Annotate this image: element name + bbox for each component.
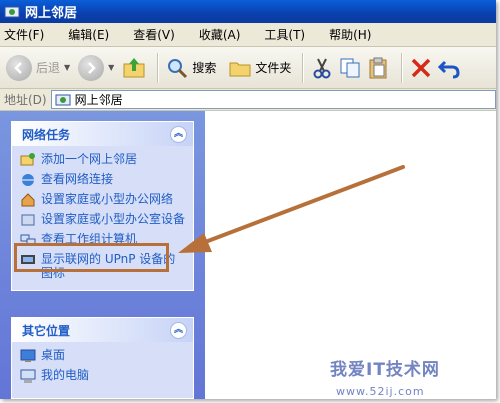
network-places-icon bbox=[4, 6, 20, 17]
task-setup-home-network[interactable]: 设置家庭或小型办公网络 bbox=[20, 192, 187, 208]
forward-button[interactable]: ▼ bbox=[78, 50, 118, 86]
other-places-title: 其它位置 bbox=[22, 323, 71, 338]
forward-arrow-icon bbox=[78, 54, 105, 81]
menu-help[interactable]: 帮助(H) bbox=[329, 26, 371, 43]
delete-button[interactable] bbox=[409, 50, 433, 86]
network-connections-icon bbox=[22, 174, 34, 186]
other-places-list: 桌面 我的电脑 bbox=[12, 342, 193, 394]
network-tasks-header[interactable]: 网络任务 ︽ bbox=[12, 122, 193, 146]
address-bar: 地址(D) 网上邻居 bbox=[0, 89, 496, 111]
toolbar-separator bbox=[302, 52, 304, 83]
place-desktop[interactable]: 桌面 bbox=[20, 348, 187, 364]
folders-label: 文件夹 bbox=[255, 61, 292, 75]
menu-file[interactable]: 文件(F) bbox=[4, 26, 44, 43]
back-dropdown-icon[interactable]: ▼ bbox=[64, 63, 70, 72]
home-network-icon bbox=[21, 193, 35, 207]
search-icon bbox=[168, 58, 188, 78]
undo-icon bbox=[438, 60, 460, 78]
up-button[interactable] bbox=[122, 50, 146, 86]
watermark-url: www.52ij.com bbox=[336, 385, 425, 398]
window-title: 网上邻居 bbox=[25, 6, 78, 21]
title-bar[interactable]: 网上邻居 bbox=[0, 0, 496, 23]
toolbar: 后退 ▼ ▼ 搜索 文件夹 bbox=[0, 47, 496, 89]
paste-icon bbox=[369, 57, 387, 78]
other-places-header[interactable]: 其它位置 ︽ bbox=[12, 318, 193, 342]
explorer-window: 网上邻居 文件(F) 编辑(E) 查看(V) 收藏(A) 工具(T) 帮助(H)… bbox=[0, 0, 496, 399]
network-places-icon bbox=[55, 94, 71, 105]
folder-up-icon bbox=[123, 57, 145, 77]
task-label: 设置家庭或小型办公网络 bbox=[41, 192, 174, 206]
place-my-computer[interactable]: 我的电脑 bbox=[20, 368, 187, 384]
back-label: 后退 bbox=[36, 61, 61, 75]
watermark: 我爱IT技术网 www.52ij.com bbox=[330, 355, 496, 399]
scissors-icon bbox=[313, 58, 331, 78]
folder-icon bbox=[229, 62, 251, 76]
collapse-chevron-icon[interactable]: ︽ bbox=[170, 321, 187, 339]
menu-edit[interactable]: 编辑(E) bbox=[68, 26, 109, 43]
copy-icon bbox=[340, 58, 360, 77]
task-label: 查看网络连接 bbox=[41, 172, 114, 186]
my-computer-icon bbox=[20, 369, 36, 383]
back-button[interactable]: 后退 ▼ bbox=[6, 50, 74, 86]
other-places-panel: 其它位置 ︽ 桌面 我的电脑 bbox=[11, 317, 194, 399]
task-view-network-connections[interactable]: 查看网络连接 bbox=[20, 172, 187, 188]
collapse-chevron-icon[interactable]: ︽ bbox=[170, 125, 187, 143]
search-label: 搜索 bbox=[192, 61, 217, 75]
back-arrow-icon bbox=[6, 54, 32, 81]
menu-bar: 文件(F) 编辑(E) 查看(V) 收藏(A) 工具(T) 帮助(H) bbox=[0, 23, 496, 47]
toolbar-separator bbox=[401, 52, 403, 83]
forward-dropdown-icon[interactable]: ▼ bbox=[108, 63, 114, 72]
address-label: 地址(D) bbox=[4, 93, 47, 107]
task-add-network-place[interactable]: 添加一个网上邻居 bbox=[20, 152, 187, 168]
undo-button[interactable] bbox=[437, 50, 461, 86]
cut-button[interactable] bbox=[310, 50, 334, 86]
task-label: 添加一个网上邻居 bbox=[41, 152, 138, 166]
desktop-icon bbox=[20, 349, 36, 362]
office-device-icon bbox=[21, 214, 35, 226]
toolbar-separator bbox=[157, 52, 159, 83]
folders-button[interactable]: 文件夹 bbox=[228, 50, 291, 86]
paste-button[interactable] bbox=[366, 50, 390, 86]
place-label: 我的电脑 bbox=[41, 368, 90, 382]
add-network-place-icon bbox=[20, 153, 35, 166]
place-label: 桌面 bbox=[41, 348, 66, 362]
network-tasks-title: 网络任务 bbox=[22, 127, 71, 142]
menu-view[interactable]: 查看(V) bbox=[133, 26, 175, 43]
menu-favorites[interactable]: 收藏(A) bbox=[199, 26, 241, 43]
search-button[interactable]: 搜索 bbox=[165, 50, 216, 86]
task-label: 设置家庭或小型办公室设备 bbox=[41, 212, 186, 226]
copy-button[interactable] bbox=[338, 50, 362, 86]
address-value: 网上邻居 bbox=[74, 93, 123, 107]
menu-tools[interactable]: 工具(T) bbox=[264, 26, 305, 43]
delete-x-icon bbox=[412, 58, 431, 77]
task-setup-office-device[interactable]: 设置家庭或小型办公室设备 bbox=[20, 212, 187, 228]
highlight-box bbox=[14, 243, 169, 272]
address-input[interactable]: 网上邻居 bbox=[50, 90, 496, 109]
watermark-text: 我爱IT技术网 bbox=[330, 360, 440, 380]
